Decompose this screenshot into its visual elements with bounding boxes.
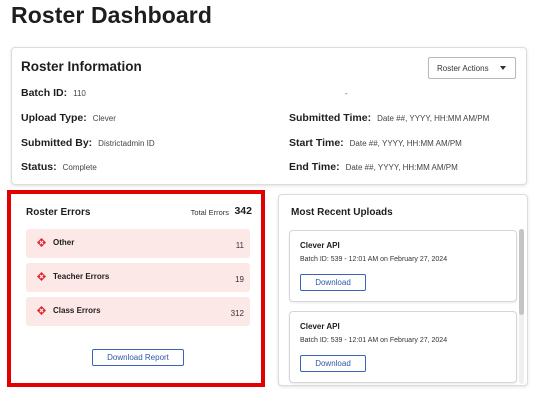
error-diamond-icon [37,238,46,247]
error-item-count: 312 [230,309,244,318]
error-diamond-icon [37,272,46,281]
submitted-time-value: Date ##, YYYY, HH:MM AM/PM [377,114,490,123]
end-time-row: End Time: Date ##, YYYY, HH:MM AM/PM [289,161,458,173]
upload-batch-info: Batch ID: 539 - 12:01 AM on February 27,… [300,256,448,263]
roster-errors-title: Roster Errors [26,207,91,218]
end-time-label: End Time: [289,161,340,173]
error-item-label: Other [53,238,75,247]
recent-uploads-card: Most Recent Uploads Clever API Batch ID:… [278,194,528,386]
error-item-other[interactable]: Other 11 [26,229,250,258]
error-item-class-errors[interactable]: Class Errors 312 [26,297,250,326]
separator-dash: - [345,89,348,98]
submitted-by-label: Submitted By: [21,137,93,149]
recent-uploads-title: Most Recent Uploads [291,207,393,218]
submitted-by-row: Submitted By: Districtadmin ID [21,137,155,149]
start-time-value: Date ##, YYYY, HH:MM AM/PM [349,139,462,148]
submitted-time-label: Submitted Time: [289,112,372,124]
error-item-label: Class Errors [53,306,101,315]
roster-actions-dropdown[interactable]: Roster Actions [428,57,516,79]
error-item-count: 11 [235,241,244,250]
roster-errors-card: Roster Errors Total Errors 342 Other 11 … [15,196,257,378]
start-time-label: Start Time: [289,137,344,149]
batch-id-value: 110 [73,89,86,98]
batch-id-label: Batch ID: [21,87,68,99]
status-value: Complete [62,163,97,172]
start-time-row: Start Time: Date ##, YYYY, HH:MM AM/PM [289,137,462,149]
uploads-scrollbar[interactable] [519,229,524,384]
upload-item: Clever API Batch ID: 539 - 12:01 AM on F… [289,311,517,383]
roster-information-title: Roster Information [21,59,142,74]
upload-name: Clever API [300,322,340,331]
upload-type-row: Upload Type: Clever [21,112,116,124]
status-label: Status: [21,161,57,173]
upload-batch-info: Batch ID: 539 - 12:01 AM on February 27,… [300,337,448,344]
upload-download-button[interactable]: Download [300,355,366,372]
error-item-label: Teacher Errors [53,272,110,281]
error-item-count: 19 [235,275,244,284]
error-item-teacher-errors[interactable]: Teacher Errors 19 [26,263,250,292]
status-row: Status: Complete [21,161,97,173]
roster-information-card: Roster Information Roster Actions - Batc… [11,47,527,185]
upload-type-value: Clever [92,114,116,123]
download-report-button[interactable]: Download Report [92,349,184,366]
chevron-down-icon [500,66,506,70]
scrollbar-thumb[interactable] [519,229,524,315]
page-title: Roster Dashboard [11,2,212,28]
error-diamond-icon [37,306,46,315]
submitted-time-row: Submitted Time: Date ##, YYYY, HH:MM AM/… [289,112,489,124]
upload-download-button[interactable]: Download [300,274,366,291]
batch-id-row: Batch ID: 110 [21,87,86,99]
upload-name: Clever API [300,241,340,250]
upload-item: Clever API Batch ID: 539 - 12:01 AM on F… [289,230,517,302]
total-errors-label: Total Errors [190,208,229,217]
total-errors-value: 342 [234,205,252,217]
upload-type-label: Upload Type: [21,112,87,124]
submitted-by-value: Districtadmin ID [98,139,155,148]
roster-actions-label: Roster Actions [437,63,489,73]
end-time-value: Date ##, YYYY, HH:MM AM/PM [345,163,458,172]
